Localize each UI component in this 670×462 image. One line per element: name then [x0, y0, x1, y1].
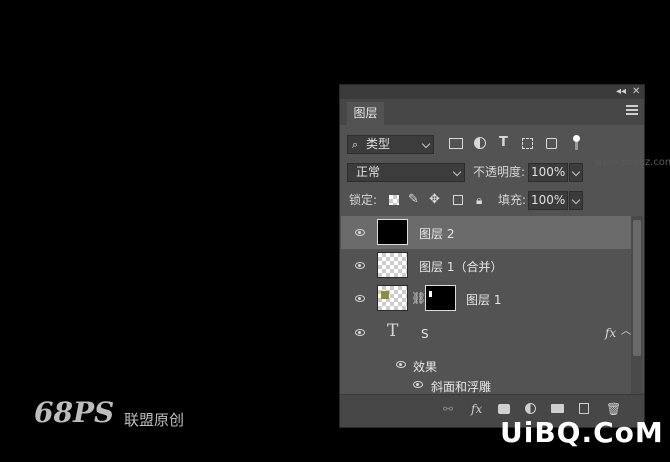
bevel-effect-row[interactable]: 斜面和浮雕 [341, 375, 631, 395]
watermark-logo-68ps: 68PS [34, 396, 115, 429]
lock-row: 锁定: ✎ ✥ 🔒︎ 填充: 100% [340, 191, 644, 213]
fx-icon[interactable]: fx [471, 402, 482, 416]
tab-row: 图层 [340, 99, 644, 125]
lock-transparent-icon[interactable] [389, 195, 399, 205]
brush-icon[interactable]: ✎ [408, 193, 419, 207]
text-layer-icon: T [387, 321, 399, 341]
chevron-down-icon [452, 167, 462, 177]
trash-icon[interactable]: 🗑︎ [606, 402, 621, 416]
effects-label: 效果 [413, 360, 438, 374]
fill-value: 100% [531, 193, 566, 207]
blend-mode-select[interactable]: 正常 [347, 163, 465, 182]
move-icon[interactable]: ✥ [429, 193, 440, 207]
effects-row[interactable]: 效果 [341, 355, 631, 375]
fill-input[interactable]: 100% [528, 191, 568, 210]
layers-panel: ◂◂ ✕ 图层 ⌕ 类型 T 正常 不透明度: 100% 锁定: ✎ ✥ 🔒︎ … [339, 84, 645, 428]
eye-icon[interactable] [355, 262, 365, 269]
layer-row[interactable]: T S fx ︿ [341, 315, 631, 355]
chain-link-icon[interactable]: ⛓︎ [411, 291, 426, 305]
shape-filter-icon[interactable] [522, 138, 533, 149]
layer-name: S [421, 327, 429, 341]
smartobject-filter-icon[interactable] [546, 138, 557, 149]
layer-thumbnail [377, 252, 408, 278]
fill-dropdown[interactable] [569, 191, 583, 210]
opacity-dropdown[interactable] [569, 163, 583, 182]
filter-row: ⌕ 类型 T [340, 135, 644, 157]
watermark-uibq: UiBQ.CoM [500, 416, 664, 449]
type-filter-icon[interactable]: T [499, 136, 508, 150]
image-filter-icon[interactable] [449, 138, 463, 149]
fx-icon[interactable]: fx [605, 326, 616, 340]
panel-topbar: ◂◂ ✕ [340, 85, 644, 99]
search-icon: ⌕ [352, 138, 359, 151]
adjustment-icon[interactable] [525, 403, 536, 414]
opacity-label: 不透明度: [473, 165, 526, 179]
chevron-down-icon [571, 195, 581, 205]
eye-icon[interactable] [355, 229, 365, 236]
panel-menu-icon[interactable] [626, 105, 638, 115]
filter-select[interactable]: ⌕ 类型 [347, 135, 434, 154]
close-icon[interactable]: ✕ [632, 86, 640, 97]
chevron-down-icon [421, 139, 431, 149]
opacity-input[interactable]: 100% [528, 163, 568, 182]
layer-name: 图层 1（合并） [419, 260, 503, 274]
bevel-label: 斜面和浮雕 [431, 380, 492, 394]
lock-label: 锁定: [349, 193, 378, 207]
layers-scrollbar[interactable] [631, 216, 643, 396]
watermark-url: www.psanz.com [594, 157, 670, 168]
chevron-up-icon[interactable]: ︿ [621, 325, 631, 339]
layer-name: 图层 2 [419, 227, 455, 241]
layer-mask-thumbnail[interactable] [425, 285, 456, 311]
layer-name: 图层 1 [466, 293, 502, 307]
eye-icon[interactable] [413, 381, 423, 388]
opacity-value: 100% [531, 165, 566, 179]
lock-icon[interactable]: 🔒︎ [476, 193, 482, 207]
eye-icon[interactable] [355, 329, 365, 336]
watermark-text: 联盟原创 [124, 411, 185, 429]
eye-icon[interactable] [355, 295, 365, 302]
layers-list: 图层 2 图层 1（合并） ⛓︎ 图层 1 T S fx ︿ 效果 斜面和浮雕 [341, 216, 631, 396]
chevron-down-icon [571, 167, 581, 177]
adjustment-filter-icon[interactable] [474, 137, 486, 149]
layer-row[interactable]: 图层 1（合并） [341, 249, 631, 283]
eye-icon[interactable] [396, 361, 406, 368]
toggle-filter-icon[interactable] [573, 135, 580, 151]
link-icon[interactable]: ⚯ [443, 402, 453, 416]
fill-label: 填充: [498, 193, 527, 207]
mask-icon[interactable] [498, 404, 510, 414]
collapse-icon[interactable]: ◂◂ [616, 86, 626, 97]
scrollbar-thumb[interactable] [633, 220, 641, 356]
filter-label: 类型 [366, 137, 391, 151]
layer-row[interactable]: 图层 2 [341, 216, 631, 250]
blend-mode-value: 正常 [356, 165, 381, 179]
watermark-uibq-text: UiBQ.CoM [500, 416, 664, 449]
layer-row[interactable]: ⛓︎ 图层 1 [341, 282, 631, 316]
artboard-icon[interactable] [453, 195, 463, 205]
new-layer-icon[interactable] [579, 403, 589, 414]
tab-layers[interactable]: 图层 [347, 102, 384, 125]
layer-thumbnail [377, 285, 408, 311]
folder-icon[interactable] [551, 404, 564, 413]
layer-thumbnail [377, 219, 408, 245]
